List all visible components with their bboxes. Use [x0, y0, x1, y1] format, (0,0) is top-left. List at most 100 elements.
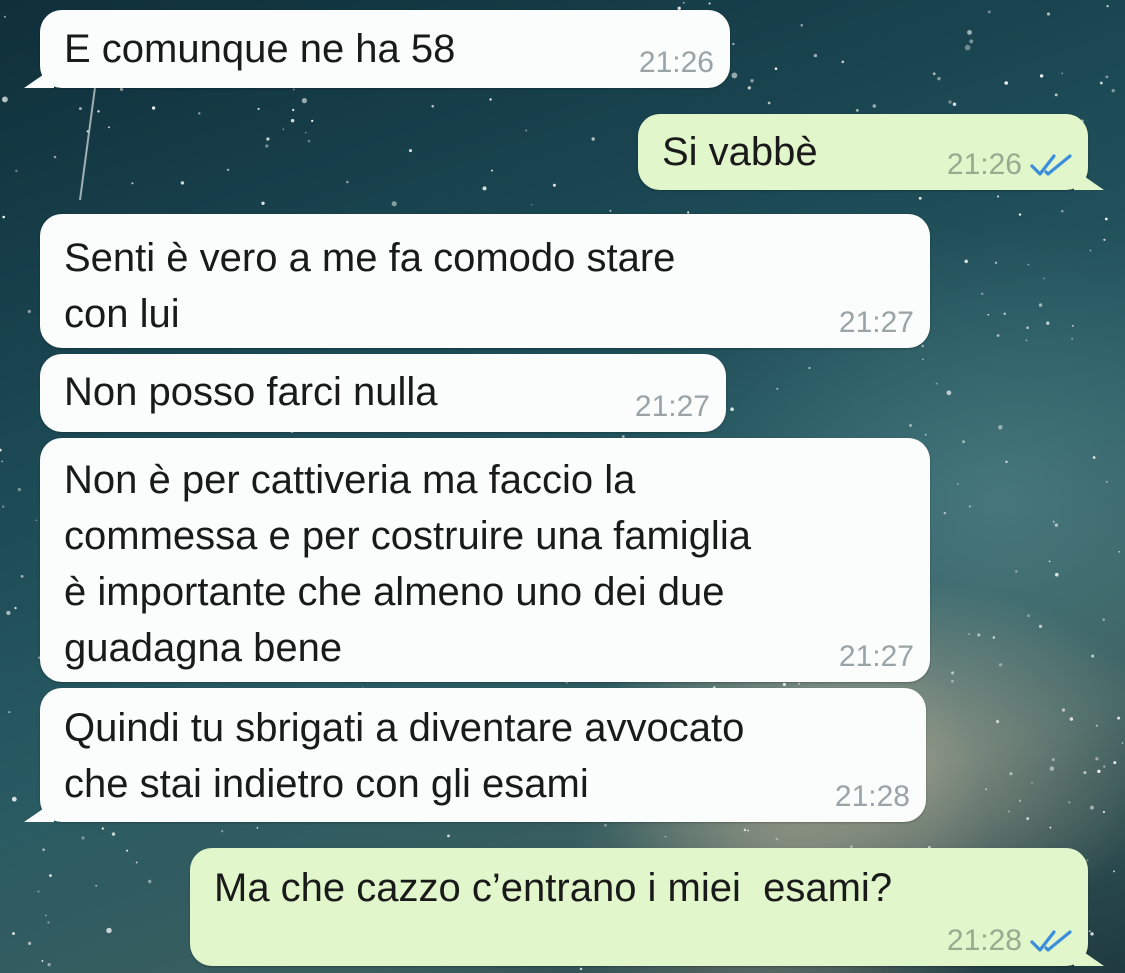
star — [948, 100, 952, 104]
star — [292, 108, 295, 112]
star — [1026, 817, 1030, 821]
star — [198, 112, 201, 115]
star — [8, 710, 11, 714]
star — [266, 137, 270, 141]
star — [994, 261, 998, 264]
star — [1099, 81, 1103, 85]
read-double-check-icon — [1030, 154, 1072, 176]
star — [1089, 249, 1092, 252]
star — [1015, 570, 1018, 573]
star — [265, 144, 269, 148]
star — [6, 610, 11, 616]
star — [579, 967, 583, 971]
star — [962, 440, 965, 444]
star — [447, 834, 450, 838]
star — [552, 183, 556, 187]
message-time: 21:28 — [835, 780, 910, 814]
star — [491, 169, 494, 172]
star — [311, 119, 314, 123]
star — [282, 128, 285, 131]
star — [27, 309, 31, 314]
star — [968, 505, 971, 508]
star — [346, 180, 349, 184]
star — [1118, 550, 1121, 553]
star — [35, 519, 38, 522]
star — [41, 960, 44, 962]
star — [126, 849, 129, 852]
message-time: 21:26 — [947, 148, 1074, 182]
star — [1102, 618, 1105, 621]
star — [1048, 560, 1051, 563]
message-bubble-outgoing[interactable]: Ma che cazzo c’entrano i miei esami? 21:… — [190, 848, 1104, 966]
star — [969, 39, 974, 44]
star — [221, 830, 224, 833]
star — [1027, 614, 1030, 618]
star — [1097, 769, 1101, 774]
star — [2, 215, 6, 219]
star — [1061, 72, 1064, 75]
star — [261, 201, 265, 205]
star — [951, 671, 955, 675]
star — [932, 72, 936, 76]
star — [1102, 810, 1106, 814]
star — [943, 511, 947, 515]
message-bubble-incoming[interactable]: E comunque ne ha 58 21:26 — [24, 10, 730, 88]
star — [1018, 799, 1022, 802]
star — [946, 390, 952, 396]
star — [1005, 460, 1008, 464]
star — [3, 15, 6, 18]
star — [1031, 781, 1033, 784]
star — [591, 137, 595, 141]
star — [135, 861, 138, 864]
star — [106, 927, 112, 934]
star — [872, 104, 877, 108]
message-timestamp: 21:27 — [838, 306, 914, 339]
star — [987, 313, 990, 316]
message-bubble-incoming[interactable]: Non posso farci nulla 21:27 — [40, 354, 726, 432]
message-text: Si vabbè — [662, 130, 818, 174]
star — [998, 425, 1003, 430]
star — [964, 259, 968, 264]
star — [1095, 757, 1099, 761]
star — [1090, 932, 1094, 936]
star — [14, 606, 17, 610]
star — [1027, 263, 1030, 266]
star — [1038, 624, 1043, 629]
star — [1091, 654, 1095, 658]
star — [732, 42, 735, 46]
star — [922, 358, 924, 361]
star — [921, 344, 925, 348]
message-bubble-incoming[interactable]: Senti è vero a me fa comodo stare con lu… — [40, 214, 930, 348]
message-bubble-incoming[interactable]: Quindi tu sbrigati a diventare avvocato … — [24, 688, 926, 822]
message-text: Quindi tu sbrigati a diventare avvocato … — [64, 706, 745, 806]
star — [980, 292, 984, 296]
star — [12, 932, 15, 936]
star — [44, 914, 47, 917]
read-double-check-icon — [1030, 930, 1072, 952]
star — [257, 107, 260, 110]
message-bubble-outgoing[interactable]: Si vabbè 21:26 — [638, 114, 1104, 190]
star — [956, 482, 959, 485]
star — [731, 72, 738, 79]
star — [996, 334, 1000, 337]
star — [1025, 339, 1028, 342]
star — [730, 407, 734, 412]
star — [1103, 238, 1106, 241]
star — [968, 633, 971, 636]
star — [53, 155, 57, 159]
star — [97, 110, 100, 113]
star — [301, 97, 308, 104]
star — [808, 366, 811, 370]
star — [226, 168, 230, 172]
star — [1095, 724, 1098, 727]
star — [482, 186, 487, 191]
message-bubble-incoming[interactable]: Non è per cattiveria ma faccio la commes… — [40, 438, 930, 682]
star — [952, 102, 957, 107]
star — [1038, 303, 1043, 307]
star — [1068, 801, 1071, 804]
star — [992, 636, 995, 639]
star — [996, 720, 1000, 724]
star — [1018, 213, 1022, 216]
star — [180, 181, 185, 185]
star — [604, 823, 607, 827]
